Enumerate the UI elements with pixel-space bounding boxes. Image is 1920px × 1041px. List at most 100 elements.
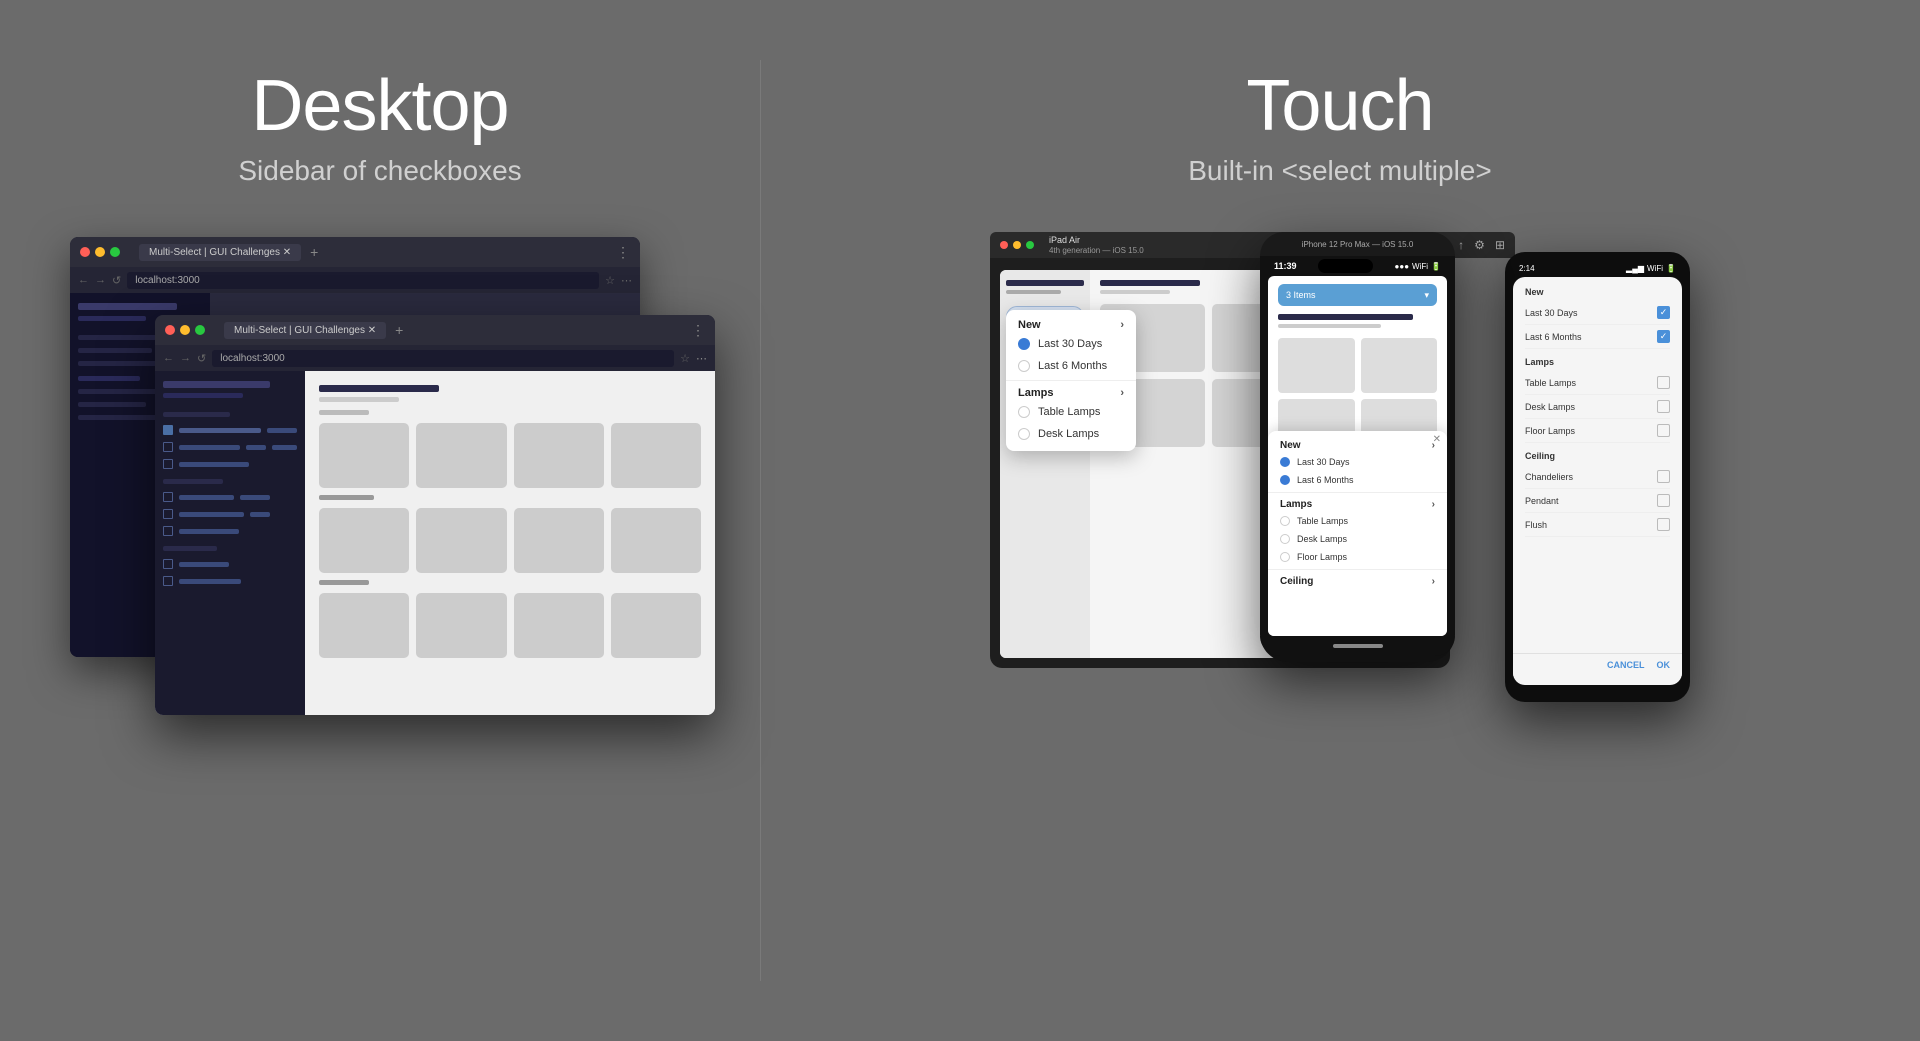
url-bar-front[interactable]: localhost:3000 <box>212 350 674 367</box>
sidebar-item-3[interactable] <box>163 459 297 469</box>
android-frame: 2:14 ▂▄▆ WiFi 🔋 New Last 30 Days <box>1505 252 1690 702</box>
sidebar-item-8[interactable] <box>163 576 297 586</box>
sidebar-item-4[interactable] <box>163 492 297 502</box>
grid-item <box>514 423 604 488</box>
section-divider <box>760 60 761 981</box>
grid-item <box>611 508 701 573</box>
grid-item <box>416 423 506 488</box>
grid-item <box>611 593 701 658</box>
iphone-notch-bar <box>1318 259 1373 273</box>
ios-modal-lamps-section[interactable]: Lamps › <box>1268 496 1447 512</box>
checkbox-8[interactable] <box>163 576 173 586</box>
android-item-chandeliers[interactable]: Chandeliers <box>1525 465 1670 489</box>
mac-dot-red <box>1000 241 1008 249</box>
browser-tab-front: Multi-Select | GUI Challenges ✕ <box>224 322 386 339</box>
new-tab-btn-front[interactable]: + <box>395 322 403 338</box>
content-grid-row3 <box>319 593 701 658</box>
android-checkbox-pendant[interactable] <box>1657 494 1670 507</box>
android-item-table[interactable]: Table Lamps <box>1525 371 1670 395</box>
touch-section: Touch Built-in <select multiple> iPad Ai… <box>760 0 1920 1041</box>
sidebar-item-1[interactable] <box>163 425 297 435</box>
android-section-new: New <box>1525 287 1670 297</box>
ios-modal-desk[interactable]: Desk Lamps <box>1268 530 1447 548</box>
modal-close-btn[interactable]: ✕ <box>1433 434 1441 445</box>
iphone-filter-badge[interactable]: 3 Items ▾ <box>1278 284 1437 306</box>
desktop-subtitle: Sidebar of checkboxes <box>238 155 521 187</box>
ios-modal-ceiling-chevron: › <box>1432 576 1435 587</box>
android-item-flush[interactable]: Flush <box>1525 513 1670 537</box>
dropdown-item-last6m[interactable]: Last 6 Months <box>1006 355 1136 377</box>
browser-titlebar-front: Multi-Select | GUI Challenges ✕ + ⋮ <box>155 315 715 345</box>
android-item-last6m[interactable]: Last 6 Months ✓ <box>1525 325 1670 349</box>
radio-last6m <box>1018 360 1030 372</box>
ios-modal-new-section[interactable]: New › <box>1268 437 1447 453</box>
browser-tab-back: Multi-Select | GUI Challenges ✕ <box>139 244 301 261</box>
share-icon: ↑ <box>1458 238 1464 252</box>
ios-modal-floor[interactable]: Floor Lamps <box>1268 548 1447 566</box>
reload-icon: ↺ <box>112 274 121 287</box>
new-tab-btn-back[interactable]: + <box>310 244 318 260</box>
ext-icons: ⋯ <box>621 274 632 287</box>
dropdown-item-desk[interactable]: Desk Lamps <box>1006 423 1136 445</box>
sidebar-item-5[interactable] <box>163 509 297 519</box>
android-pendant-label: Pendant <box>1525 496 1559 506</box>
sidebar-item-2[interactable] <box>163 442 297 452</box>
checkbox-1[interactable] <box>163 425 173 435</box>
desktop-title: Desktop <box>251 65 508 147</box>
dropdown-item-table[interactable]: Table Lamps <box>1006 401 1136 423</box>
android-item-desk[interactable]: Desk Lamps <box>1525 395 1670 419</box>
grid-item <box>514 593 604 658</box>
addressbar-front: ← → ↺ localhost:3000 ☆ ⋯ <box>155 345 715 371</box>
android-checkbox-flush[interactable] <box>1657 518 1670 531</box>
addressbar-back: ← → ↺ localhost:3000 ☆ ⋯ <box>70 267 640 293</box>
ipad-sublabel: 4th generation — iOS 15.0 <box>1049 246 1144 256</box>
checkbox-3[interactable] <box>163 459 173 469</box>
android-checkbox-last30[interactable]: ✓ <box>1657 306 1670 319</box>
android-ok-button[interactable]: OK <box>1657 660 1671 670</box>
checkbox-7[interactable] <box>163 559 173 569</box>
dropdown-item-last30[interactable]: Last 30 Days <box>1006 333 1136 355</box>
ios-modal-last30[interactable]: Last 30 Days <box>1268 453 1447 471</box>
android-checkbox-table[interactable] <box>1657 376 1670 389</box>
ios-modal-last30-label: Last 30 Days <box>1297 457 1350 467</box>
sidebar-item-6[interactable] <box>163 526 297 536</box>
browser-window-front: Multi-Select | GUI Challenges ✕ + ⋮ ← → … <box>155 315 715 715</box>
dropdown-last6m-label: Last 6 Months <box>1038 360 1107 372</box>
android-item-pendant[interactable]: Pendant <box>1525 489 1670 513</box>
android-cancel-button[interactable]: CANCEL <box>1607 660 1645 670</box>
star-icon-front: ☆ <box>680 352 690 365</box>
android-checkbox-desk[interactable] <box>1657 400 1670 413</box>
grid-item <box>611 423 701 488</box>
dropdown-section-lamps[interactable]: Lamps › <box>1006 384 1136 401</box>
ipad-label: iPad Air <box>1049 235 1144 246</box>
checkbox-5[interactable] <box>163 509 173 519</box>
android-checkbox-floor[interactable] <box>1657 424 1670 437</box>
checkbox-6[interactable] <box>163 526 173 536</box>
dropdown-desk-label: Desk Lamps <box>1038 428 1099 440</box>
ext-icons-front: ⋯ <box>696 352 707 365</box>
back-arrow: ← <box>78 274 89 286</box>
dot-yellow-front <box>180 325 190 335</box>
grid-item <box>416 508 506 573</box>
android-item-floor[interactable]: Floor Lamps <box>1525 419 1670 443</box>
ios-modal-table[interactable]: Table Lamps <box>1268 512 1447 530</box>
chevron-down-iphone: ▾ <box>1424 290 1429 301</box>
sidebar-item-7[interactable] <box>163 559 297 569</box>
url-bar-back[interactable]: localhost:3000 <box>127 272 599 289</box>
dot-green-front <box>195 325 205 335</box>
dropdown-section-new[interactable]: New › <box>1006 316 1136 333</box>
ios-modal-lamps-chevron: › <box>1432 499 1435 510</box>
android-item-last30[interactable]: Last 30 Days ✓ <box>1525 301 1670 325</box>
ios-modal-last6m[interactable]: Last 6 Months <box>1268 471 1447 489</box>
android-checkbox-chandeliers[interactable] <box>1657 470 1670 483</box>
android-checkbox-last6m[interactable]: ✓ <box>1657 330 1670 343</box>
iphone-label: iPhone 12 Pro Max — iOS 15.0 <box>1302 240 1414 249</box>
ios-modal-ceiling-section[interactable]: Ceiling › <box>1268 573 1447 589</box>
ios-modal-ceiling-label: Ceiling <box>1280 576 1313 587</box>
checkbox-4[interactable] <box>163 492 173 502</box>
checkbox-2[interactable] <box>163 442 173 452</box>
radio-last30 <box>1018 338 1030 350</box>
back-arrow-front: ← <box>163 352 174 364</box>
radio-desk <box>1018 428 1030 440</box>
ios-modal-table-label: Table Lamps <box>1297 516 1348 526</box>
